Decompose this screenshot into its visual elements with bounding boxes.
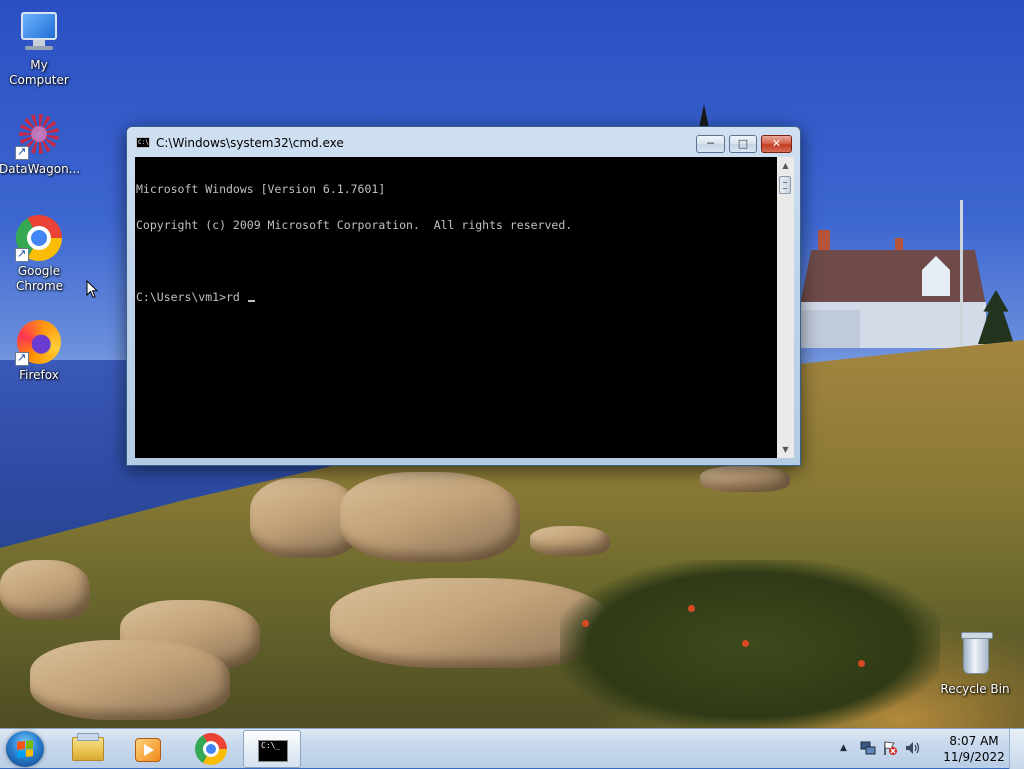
wallpaper-rock	[530, 526, 610, 556]
taskbar-clock[interactable]: 8:07 AM 11/9/2022	[938, 733, 1010, 765]
desktop-icon-my-computer[interactable]: My Computer	[0, 8, 79, 88]
computer-icon	[15, 8, 63, 56]
shortcut-arrow-icon	[15, 246, 29, 262]
taskbar-chrome-button[interactable]	[182, 730, 240, 768]
window-title: C:\Windows\system32\cmd.exe	[156, 136, 344, 150]
desktop-icon-label: DataWagon...	[0, 162, 81, 176]
desktop-icon-label: My Computer	[9, 58, 69, 87]
scroll-up-arrow-icon[interactable]: ▲	[777, 157, 794, 174]
media-player-icon	[135, 738, 161, 762]
desktop-icon-recycle-bin[interactable]: Recycle Bin	[935, 632, 1015, 697]
minimize-button[interactable]: ─	[696, 135, 725, 153]
scroll-down-arrow-icon[interactable]: ▼	[777, 441, 794, 458]
show-desktop-button[interactable]	[1009, 729, 1024, 769]
console-output[interactable]: Microsoft Windows [Version 6.1.7601] Cop…	[135, 157, 777, 458]
system-tray: ▲ 8:07 AM 11/9/2022	[834, 729, 1024, 769]
desktop-icon-datawagon[interactable]: DataWagon...	[0, 112, 81, 177]
console-prompt: C:\Users\vm1>rd	[136, 290, 247, 304]
desktop-icon-label: Recycle Bin	[940, 682, 1010, 696]
console-line: Copyright (c) 2009 Microsoft Corporation…	[136, 218, 573, 232]
network-icon[interactable]	[860, 740, 876, 756]
chrome-icon	[195, 733, 227, 765]
volume-icon[interactable]	[904, 740, 922, 756]
desktop-icon-label: Firefox	[19, 368, 59, 382]
scroll-thumb[interactable]	[779, 176, 791, 194]
wallpaper-shrub	[560, 560, 940, 728]
cmd-icon: C:\_	[258, 740, 288, 762]
clock-date: 11/9/2022	[943, 750, 1005, 764]
taskbar-explorer-button[interactable]	[58, 730, 116, 768]
show-hidden-icons-button[interactable]: ▲	[840, 743, 847, 753]
folder-icon	[72, 733, 104, 761]
windows-logo-icon	[17, 740, 33, 758]
wallpaper-rock	[30, 640, 230, 720]
taskbar-media-player-button[interactable]	[118, 730, 176, 768]
wallpaper-rock	[700, 466, 790, 492]
recycle-bin-icon	[951, 632, 999, 680]
vertical-scrollbar[interactable]: ▲ ▼	[777, 157, 794, 458]
wallpaper-flower	[688, 605, 695, 612]
desktop-icon-firefox[interactable]: Firefox	[0, 318, 79, 383]
console-line: Microsoft Windows [Version 6.1.7601]	[136, 182, 386, 196]
console-prompt-line[interactable]: C:\Users\vm1>rd	[136, 291, 777, 303]
shortcut-arrow-icon	[15, 350, 29, 366]
wallpaper-rock	[340, 472, 520, 562]
datawagon-icon	[15, 112, 63, 160]
wallpaper-flagpole	[960, 200, 963, 345]
wallpaper-flower	[582, 620, 589, 627]
chrome-icon	[15, 214, 63, 262]
close-button[interactable]: ✕	[761, 135, 792, 153]
firefox-icon	[15, 318, 63, 366]
wallpaper-rock	[0, 560, 90, 620]
start-button[interactable]	[6, 731, 44, 767]
window-titlebar[interactable]: C:\ C:\Windows\system32\cmd.exe ─ □ ✕	[127, 127, 800, 155]
desktop-icon-label: Google Chrome	[16, 264, 64, 293]
shortcut-arrow-icon	[15, 144, 29, 160]
cmd-window[interactable]: C:\ C:\Windows\system32\cmd.exe ─ □ ✕ Mi…	[126, 126, 801, 466]
text-cursor	[247, 300, 255, 302]
wallpaper-house	[800, 230, 986, 348]
mouse-pointer-icon	[86, 280, 98, 299]
action-center-flag-icon[interactable]	[882, 740, 898, 756]
wallpaper-flower	[742, 640, 749, 647]
taskbar: C:\_ ▲ 8:07 AM 11/9/2022	[0, 728, 1024, 769]
maximize-button[interactable]: □	[729, 135, 757, 153]
wallpaper-flower	[858, 660, 865, 667]
cmd-icon[interactable]: C:\	[136, 137, 150, 148]
desktop-icon-google-chrome[interactable]: Google Chrome	[0, 214, 79, 294]
taskbar-cmd-button[interactable]: C:\_	[243, 730, 301, 768]
clock-time: 8:07 AM	[949, 734, 999, 748]
